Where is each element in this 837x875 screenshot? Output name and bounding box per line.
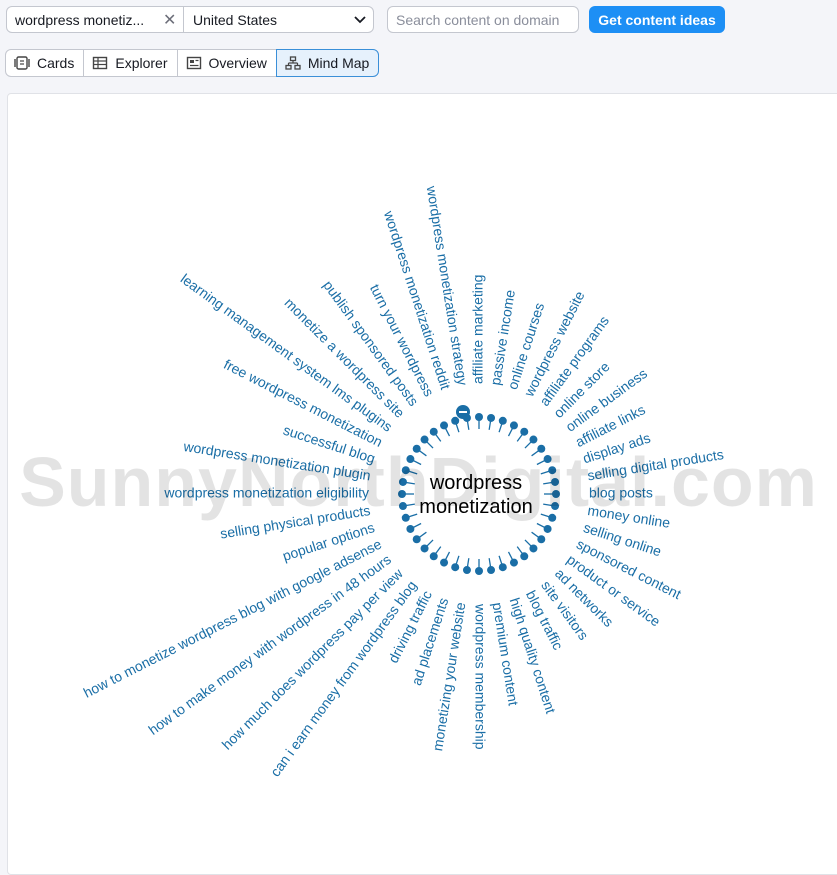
topic-node[interactable] (537, 535, 546, 544)
center-topic-line-2: monetization (419, 496, 532, 518)
mindmap-icon (285, 56, 301, 70)
topic-node[interactable] (440, 421, 449, 430)
center-topic-line-1: wordpress (429, 472, 522, 494)
mind-map: affiliate marketing passive incomeonline … (81, 184, 725, 780)
topic-node[interactable] (498, 416, 507, 425)
topic-node[interactable] (451, 563, 460, 572)
topic-label[interactable]: blog posts (589, 485, 653, 501)
tab-label: Mind Map (307, 55, 370, 71)
topic-node[interactable] (440, 558, 449, 567)
topic-node[interactable] (487, 413, 496, 422)
topic-node[interactable] (498, 563, 507, 572)
topic-node[interactable] (475, 567, 483, 575)
topic-node[interactable] (401, 513, 410, 522)
topic-node[interactable] (551, 502, 560, 511)
topic-node[interactable] (420, 544, 429, 553)
topic-label[interactable]: wordpress monetization eligibility (163, 485, 369, 501)
topic-label[interactable]: learning management system lms plugins (178, 270, 396, 434)
topic-node[interactable] (412, 444, 421, 453)
topic-node[interactable] (398, 490, 406, 498)
topic-node[interactable] (551, 477, 560, 486)
topic-node[interactable] (406, 455, 415, 464)
topic-node[interactable] (520, 552, 529, 561)
topic-node[interactable] (548, 466, 557, 475)
topic-node[interactable] (529, 544, 538, 553)
topic-node[interactable] (520, 427, 529, 436)
topic-node[interactable] (537, 444, 546, 453)
topic-node[interactable] (398, 477, 407, 486)
topic-node[interactable] (420, 435, 429, 444)
topic-node[interactable] (509, 558, 518, 567)
topic-node[interactable] (509, 421, 518, 430)
tab-mind-map[interactable]: Mind Map (275, 49, 380, 77)
topic-node[interactable] (451, 416, 460, 425)
topic-node[interactable] (462, 566, 471, 575)
topic-node[interactable] (401, 466, 410, 475)
topic-node[interactable] (475, 413, 483, 421)
topic-node[interactable] (429, 552, 438, 561)
topic-node[interactable] (529, 435, 538, 444)
topic-node[interactable] (487, 566, 496, 575)
topic-node[interactable] (543, 455, 552, 464)
topic-node[interactable] (543, 524, 552, 533)
topic-node[interactable] (462, 413, 471, 422)
topic-node[interactable] (548, 513, 557, 522)
topic-node[interactable] (552, 490, 560, 498)
topic-node[interactable] (398, 502, 407, 511)
topic-node[interactable] (429, 427, 438, 436)
topic-node[interactable] (412, 535, 421, 544)
topic-node[interactable] (406, 524, 415, 533)
topic-label[interactable]: affiliate marketing (470, 275, 486, 384)
topic-label[interactable]: wordpress membership (472, 603, 488, 750)
